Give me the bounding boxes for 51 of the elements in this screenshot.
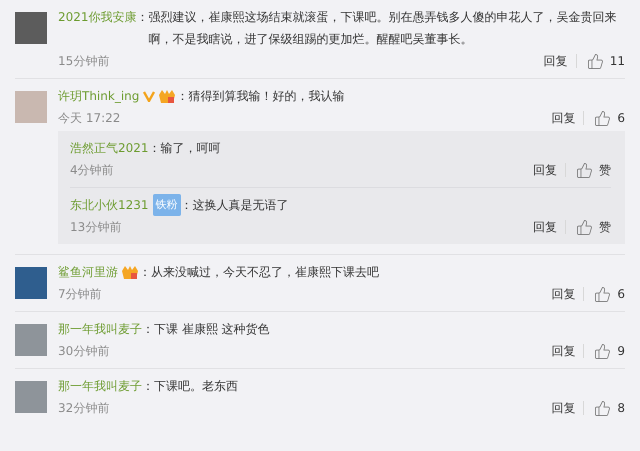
comment-text: 下课 崔康熙 这种货色 [154,321,271,338]
comment-text: 输了，呵呵 [160,140,222,157]
comment-time: 13分钟前 [70,219,122,236]
avatar-image [15,91,47,123]
reply-link[interactable]: 回复 [543,283,584,305]
thumbs-up-icon[interactable] [576,162,593,178]
comment-text: 猜得到算我输！好的，我认输 [188,88,346,105]
avatar-image [15,381,47,413]
comment-time: 7分钟前 [58,286,103,303]
colon: ： [180,197,193,214]
reply-link[interactable]: 回复 [525,216,565,238]
like-count: 9 [617,343,625,360]
thumbs-up-icon[interactable] [576,218,593,236]
reply-link[interactable]: 回复 [536,50,576,72]
comment-time: 4分钟前 [70,162,115,179]
reply-link[interactable]: 回复 [543,107,584,129]
colon: ： [142,321,154,338]
verified-icon [143,90,156,102]
colon: ： [148,140,161,157]
reply-link[interactable]: 回复 [525,159,565,181]
like-count: 6 [617,286,625,303]
reply-link[interactable]: 回复 [543,340,584,362]
comment-text: 下课吧。老东西 [154,378,239,395]
comment-text: 这换人真是无语了 [192,197,290,214]
like-count: 赞 [599,162,611,179]
fan-badge-icon [121,264,139,280]
avatar-image [15,324,47,356]
reply-link[interactable]: 回复 [543,397,584,419]
comment-text: 从来没喊过，今天不忍了，崔康熙下课去吧 [151,264,380,281]
like-count: 6 [617,110,625,127]
comment-time: 30分钟前 [58,343,110,360]
avatar-image [15,267,47,299]
fan-label: 铁粉 [152,194,181,216]
comment-time: 15分钟前 [58,53,110,70]
thumbs-up-icon[interactable] [594,342,612,360]
thumbs-up-icon[interactable] [586,52,604,70]
avatar-image [15,12,47,44]
comment-time: 32分钟前 [58,400,110,417]
thumbs-up-icon[interactable] [594,400,612,416]
thumbs-up-icon[interactable] [594,110,612,126]
like-count: 11 [610,53,625,70]
thumbs-up-icon[interactable] [594,286,612,302]
fan-badge-icon [158,88,176,104]
like-count: 8 [617,400,625,417]
colon: ： [139,264,151,281]
colon: ： [142,378,154,395]
comment-text: 强烈建议，崔康熙这场结束就滚蛋，下课吧。别在愚弄钱多人傻的申花人了，吴金贵回来啊，不是我瞎说，进了保级组踢的更加烂。醒醒吧吴董事长。 [148,9,618,48]
colon: ： [136,9,149,26]
colon: ： [176,88,188,105]
comment-time: 今天 17:22 [58,110,122,127]
like-count: 赞 [599,219,611,236]
